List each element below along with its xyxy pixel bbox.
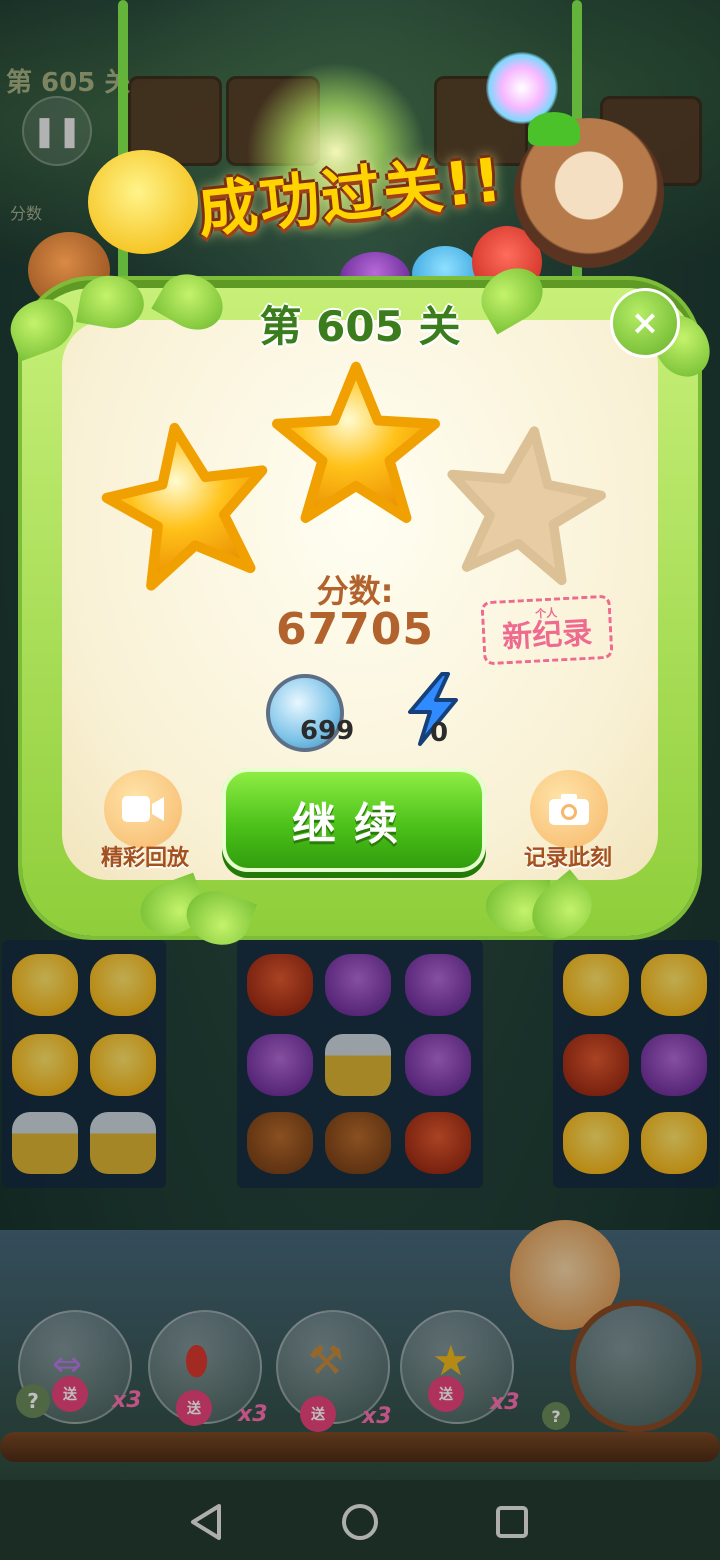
snapshot-label: 记录此刻 [523, 846, 612, 871]
camera-icon [549, 794, 589, 825]
coin-count: 699 [300, 716, 355, 746]
dialog-level-title: 第 605 关 [259, 301, 461, 351]
star-3-icon [434, 414, 615, 595]
score-value: 67705 [275, 604, 435, 655]
replay-label: 精彩回放 [100, 846, 189, 871]
green-hat [528, 112, 580, 146]
energy-count: 0 [430, 718, 449, 748]
new-record-stamp: 个人 新纪录 [480, 594, 614, 666]
star-2-icon [272, 360, 441, 528]
close-icon: × [630, 303, 660, 343]
record-label: 新纪录 [501, 615, 594, 656]
replay-button[interactable] [104, 770, 182, 848]
continue-button[interactable]: 继续 [222, 768, 486, 872]
star-1-icon [91, 407, 286, 602]
hanging-vine [118, 0, 128, 300]
snapshot-button[interactable] [530, 770, 608, 848]
video-camera-icon [122, 796, 164, 822]
close-button[interactable]: × [610, 288, 680, 358]
